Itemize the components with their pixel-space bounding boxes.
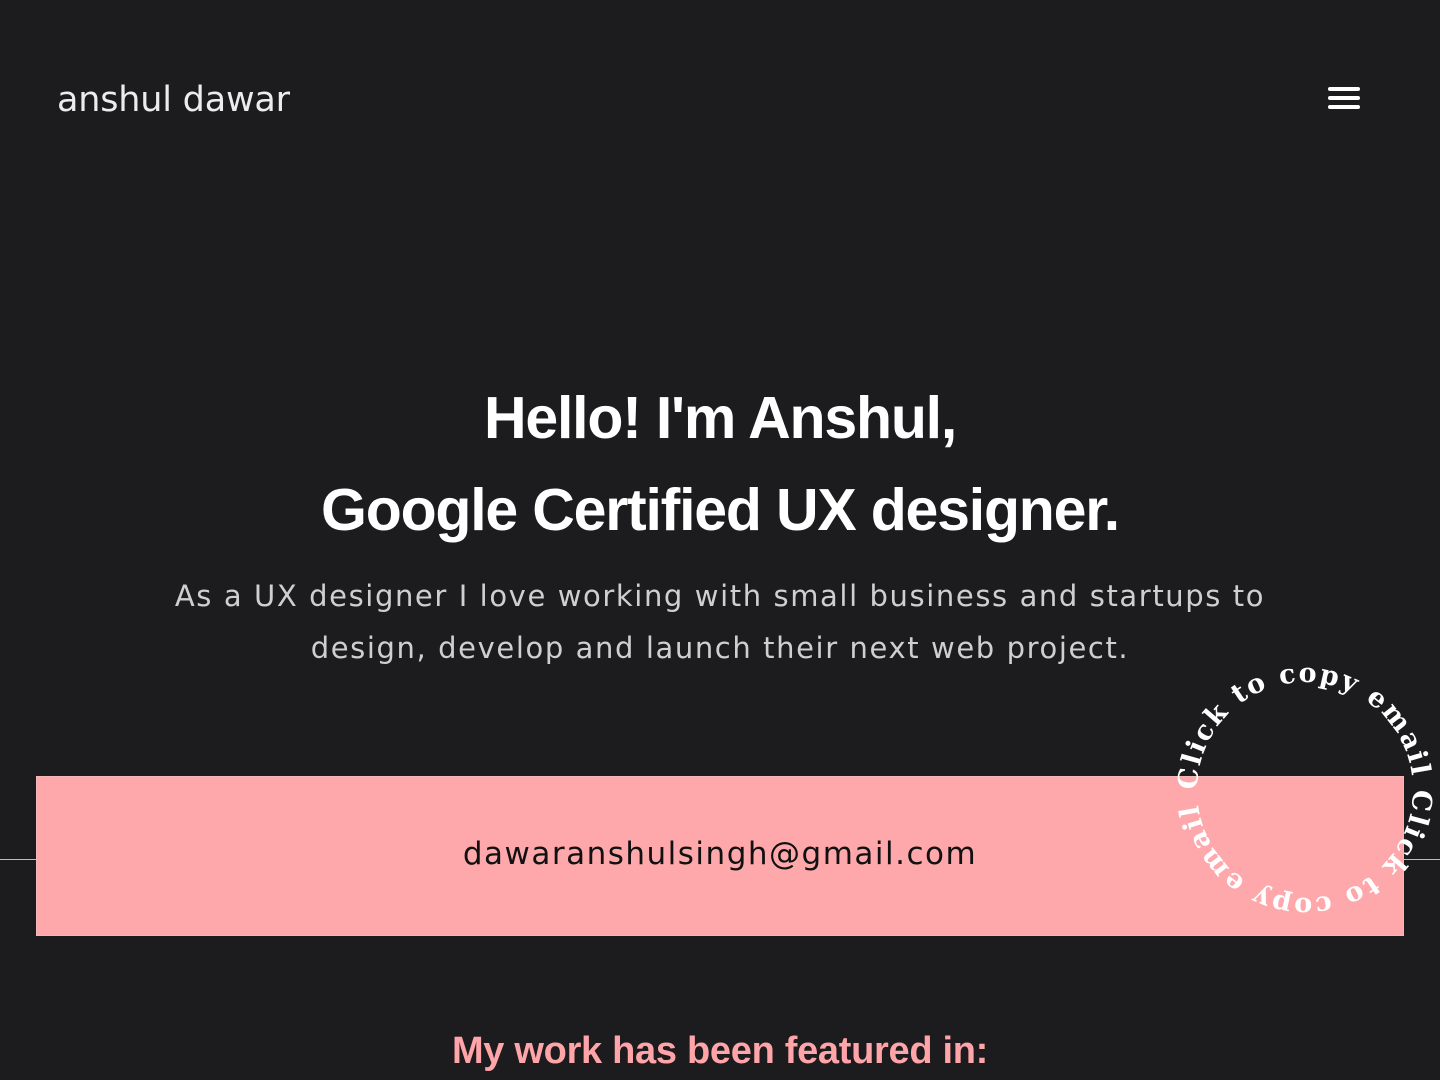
menu-bar (1328, 87, 1360, 91)
hamburger-menu-icon[interactable] (1324, 84, 1364, 114)
site-logo[interactable]: anshul dawar (57, 80, 290, 120)
click-to-copy-email-badge[interactable]: Click to copy email Click to copy email (1165, 650, 1440, 930)
menu-bar (1328, 96, 1360, 100)
menu-bar (1328, 105, 1360, 109)
hero-title: Hello! I'm Anshul, Google Certified UX d… (0, 372, 1440, 556)
hero-title-line-2: Google Certified UX designer. (321, 477, 1120, 543)
hero-title-line-1: Hello! I'm Anshul, (483, 385, 957, 451)
copy-badge-text: Click to copy email Click to copy email (1173, 658, 1438, 922)
hero-subtitle-line-1: As a UX designer I love working with sma… (174, 579, 1266, 613)
featured-heading: My work has been featured in: (451, 1030, 989, 1072)
